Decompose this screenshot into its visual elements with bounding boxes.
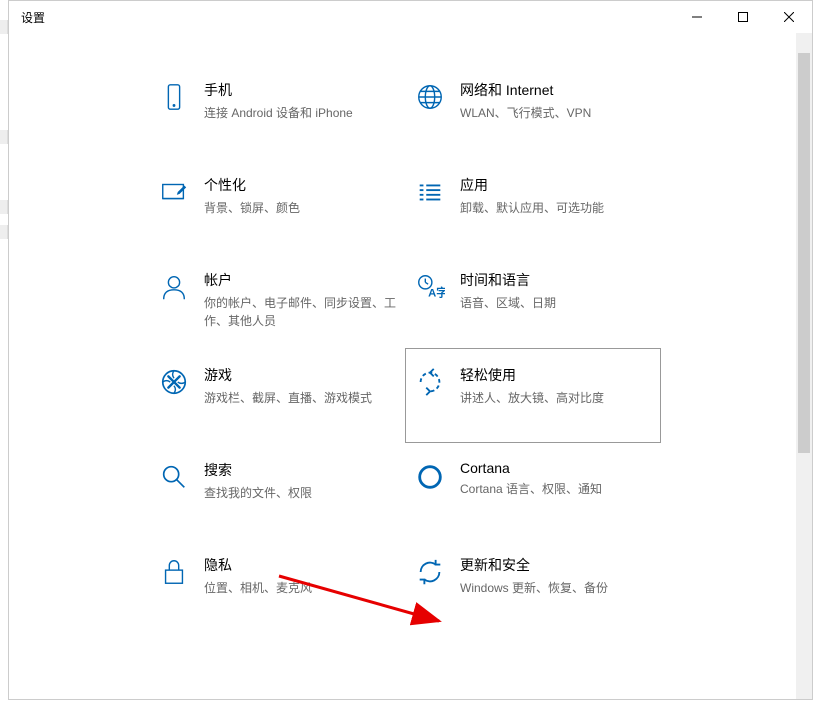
tile-desc: 你的帐户、电子邮件、同步设置、工作、其他人员 <box>204 294 396 330</box>
background-fragments <box>0 0 8 702</box>
globe-icon <box>406 80 454 112</box>
svg-text:A字: A字 <box>428 285 445 299</box>
tile-cortana[interactable]: Cortana Cortana 语言、权限、通知 <box>405 443 661 538</box>
gaming-icon <box>150 365 198 397</box>
tile-update-security[interactable]: 更新和安全 Windows 更新、恢复、备份 <box>405 538 661 633</box>
tile-desc: 连接 Android 设备和 iPhone <box>204 104 396 122</box>
close-icon <box>784 12 794 22</box>
time-language-icon: A字 <box>406 270 454 302</box>
tile-title: 轻松使用 <box>460 365 652 385</box>
tile-title: 网络和 Internet <box>460 80 652 100</box>
tile-title: 个性化 <box>204 175 396 195</box>
tile-ease-of-access[interactable]: 轻松使用 讲述人、放大镜、高对比度 <box>405 348 661 443</box>
tile-privacy[interactable]: 隐私 位置、相机、麦克风 <box>149 538 405 633</box>
tile-title: 应用 <box>460 175 652 195</box>
lock-icon <box>150 555 198 587</box>
minimize-icon <box>692 12 702 22</box>
tile-title: 时间和语言 <box>460 270 652 290</box>
maximize-icon <box>738 12 748 22</box>
phone-icon <box>150 80 198 112</box>
tile-title: 帐户 <box>204 270 396 290</box>
tile-title: 手机 <box>204 80 396 100</box>
tile-desc: 位置、相机、麦克风 <box>204 579 396 597</box>
tile-desc: 语音、区域、日期 <box>460 294 652 312</box>
window-title: 设置 <box>21 9 45 26</box>
tile-desc: 讲述人、放大镜、高对比度 <box>460 389 652 407</box>
maximize-button[interactable] <box>720 1 766 33</box>
tile-personalization[interactable]: 个性化 背景、锁屏、颜色 <box>149 158 405 253</box>
scrollbar-thumb[interactable] <box>798 53 810 453</box>
tile-time-language[interactable]: A字 时间和语言 语音、区域、日期 <box>405 253 661 348</box>
tile-gaming[interactable]: 游戏 游戏栏、截屏、直播、游戏模式 <box>149 348 405 443</box>
tile-desc: WLAN、飞行模式、VPN <box>460 104 652 122</box>
personalization-icon <box>150 175 198 207</box>
tile-title: 更新和安全 <box>460 555 652 575</box>
titlebar-controls <box>674 1 812 33</box>
tile-title: 游戏 <box>204 365 396 385</box>
tile-desc: Windows 更新、恢复、备份 <box>460 579 652 597</box>
settings-window: 设置 手机 连接 Android 设备和 iPhone <box>8 0 813 700</box>
tile-desc: 卸载、默认应用、可选功能 <box>460 199 652 217</box>
tile-apps[interactable]: 应用 卸载、默认应用、可选功能 <box>405 158 661 253</box>
tile-desc: 背景、锁屏、颜色 <box>204 199 396 217</box>
tile-desc: 查找我的文件、权限 <box>204 484 396 502</box>
vertical-scrollbar[interactable] <box>796 33 812 699</box>
settings-grid: 手机 连接 Android 设备和 iPhone 网络和 Internet WL… <box>149 63 712 633</box>
tile-network[interactable]: 网络和 Internet WLAN、飞行模式、VPN <box>405 63 661 158</box>
tile-search[interactable]: 搜索 查找我的文件、权限 <box>149 443 405 538</box>
search-icon <box>150 460 198 492</box>
user-icon <box>150 270 198 302</box>
titlebar: 设置 <box>9 1 812 33</box>
ease-icon <box>406 365 454 397</box>
close-button[interactable] <box>766 1 812 33</box>
content-area: 手机 连接 Android 设备和 iPhone 网络和 Internet WL… <box>9 33 812 699</box>
tile-title: Cortana <box>460 460 652 476</box>
update-icon <box>406 555 454 587</box>
apps-icon <box>406 175 454 207</box>
tile-desc: 游戏栏、截屏、直播、游戏模式 <box>204 389 396 407</box>
tile-accounts[interactable]: 帐户 你的帐户、电子邮件、同步设置、工作、其他人员 <box>149 253 405 348</box>
tile-title: 搜索 <box>204 460 396 480</box>
minimize-button[interactable] <box>674 1 720 33</box>
tile-phone[interactable]: 手机 连接 Android 设备和 iPhone <box>149 63 405 158</box>
tile-desc: Cortana 语言、权限、通知 <box>460 480 652 498</box>
tile-title: 隐私 <box>204 555 396 575</box>
cortana-icon <box>406 460 454 492</box>
